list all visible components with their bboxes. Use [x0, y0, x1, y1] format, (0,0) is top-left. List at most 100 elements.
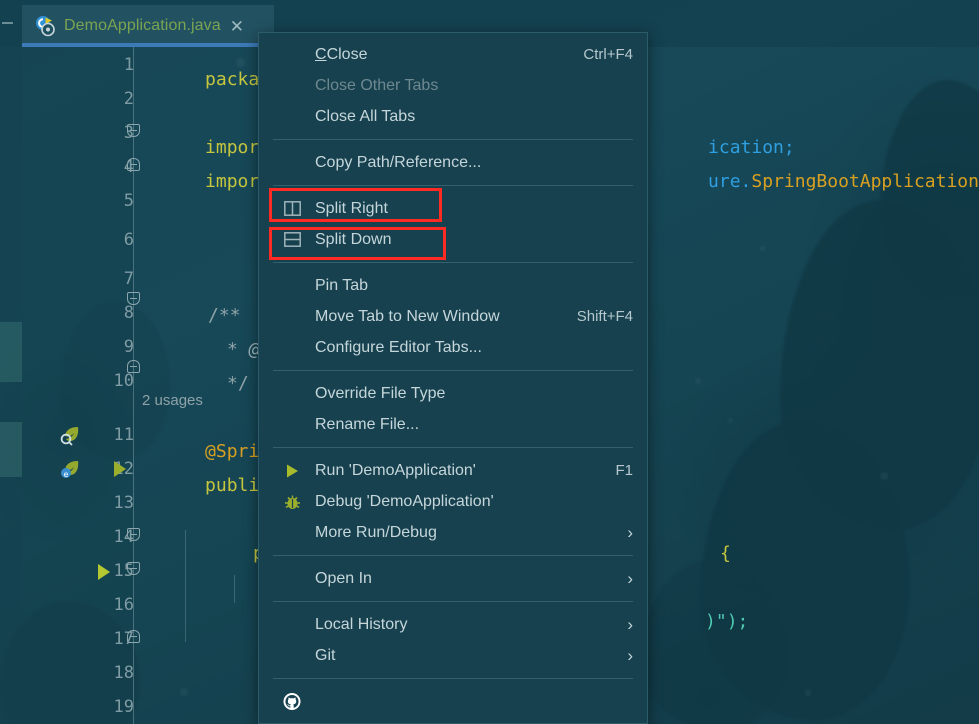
menu-item-move-tab-to-new-window[interactable]: Move Tab to New Window Shift+F4 — [259, 301, 647, 332]
chevron-right-icon: › — [627, 569, 633, 588]
line-number: 13 — [113, 493, 134, 513]
tab-active-underline — [22, 43, 274, 47]
tab-scroll-dash — [2, 22, 13, 24]
menu-item-label: Close Other Tabs — [315, 76, 439, 94]
menu-item-debug-demoapplication[interactable]: Debug 'DemoApplication' — [259, 486, 647, 517]
code-line-4-tail: ure.SpringBootApplication; — [643, 155, 979, 209]
line-number: 9 — [123, 337, 134, 357]
menu-item-run-demoapplication[interactable]: Run 'DemoApplication' F1 — [259, 455, 647, 486]
menu-item-pin-tab[interactable]: Pin Tab — [259, 270, 647, 301]
menu-item-split-down[interactable]: Split Down — [259, 224, 647, 255]
menu-item-copy-path-reference[interactable]: Copy Path/Reference... — [259, 147, 647, 178]
run-icon — [283, 462, 301, 480]
editor-left-stripe[interactable] — [0, 47, 22, 724]
ide-editor-window: 1 2 3 4 5 6 7 8 9 10 11 12 13 14 15 16 1… — [0, 0, 979, 724]
debug-bug-icon — [283, 493, 301, 511]
chevron-right-icon: › — [627, 646, 633, 665]
fold-marker-open[interactable] — [127, 562, 140, 575]
code-class-name: SpringBootApplication — [751, 171, 979, 192]
menu-separator — [273, 601, 633, 602]
line-number: 2 — [123, 89, 134, 109]
menu-item-override-file-type[interactable]: Override File Type — [259, 378, 647, 409]
line-number: 4 — [123, 157, 134, 177]
line-number: 8 — [123, 303, 134, 323]
split-down-icon — [283, 231, 301, 249]
menu-item-label: Local History — [315, 615, 408, 633]
code-brace: { — [720, 543, 731, 564]
menu-item-label: Git — [315, 646, 336, 664]
run-gutter-icon[interactable] — [96, 563, 112, 581]
fold-marker-open[interactable] — [127, 528, 140, 541]
code-line-16-tail: )"); — [640, 595, 748, 649]
spring-bean-search-icon[interactable] — [57, 425, 81, 447]
menu-separator — [273, 555, 633, 556]
code-line-14-brace: { — [655, 527, 731, 581]
menu-item-label: Pin Tab — [315, 276, 369, 294]
menu-item-open-in[interactable]: Open In › — [259, 563, 647, 594]
line-number: 7 — [123, 269, 134, 289]
menu-item-label: Open In — [315, 569, 372, 587]
line-number: 5 — [123, 191, 134, 211]
usages-inlay-hint[interactable]: 2 usages — [142, 393, 203, 408]
menu-item-rename-file[interactable]: Rename File... — [259, 409, 647, 440]
chevron-right-icon: › — [627, 615, 633, 634]
line-number: 18 — [113, 663, 134, 683]
menu-separator — [273, 447, 633, 448]
menu-item-accelerator: F1 — [615, 462, 633, 479]
fold-marker-close[interactable] — [127, 630, 140, 643]
menu-separator — [273, 139, 633, 140]
menu-item-git[interactable]: Git › — [259, 640, 647, 671]
indent-guide — [185, 530, 186, 642]
menu-item-label: Move Tab to New Window — [315, 307, 500, 325]
split-right-icon — [283, 200, 301, 218]
chevron-right-icon: › — [627, 523, 633, 542]
menu-item-configure-editor-tabs[interactable]: Configure Editor Tabs... — [259, 332, 647, 363]
svg-text:e: e — [64, 470, 69, 479]
menu-separator — [273, 678, 633, 679]
line-number: 6 — [123, 230, 134, 250]
menu-item-split-right[interactable]: Split Right — [259, 193, 647, 224]
menu-item-label: Split Right — [315, 199, 388, 217]
line-number: 16 — [113, 595, 134, 615]
menu-item-label: More Run/Debug — [315, 523, 437, 541]
line-number: 10 — [113, 371, 134, 391]
fold-marker-open[interactable] — [127, 124, 140, 137]
menu-item-local-history[interactable]: Local History › — [259, 609, 647, 640]
editor-tab-demoapplication[interactable]: DemoApplication.java ✕ — [22, 5, 274, 47]
menu-item-close[interactable]: CClose Ctrl+F4 — [259, 39, 647, 70]
menu-item-more-run-debug[interactable]: More Run/Debug › — [259, 517, 647, 548]
line-number: 19 — [113, 697, 134, 717]
fold-marker-close[interactable] — [127, 158, 140, 171]
menu-separator — [273, 370, 633, 371]
code-comment: */ — [227, 373, 249, 394]
line-number: 14 — [113, 527, 134, 547]
fold-marker-close[interactable] — [127, 360, 140, 373]
menu-item-create-gist[interactable] — [259, 686, 647, 717]
editor-gutter[interactable]: 1 2 3 4 5 6 7 8 9 10 11 12 13 14 15 16 1… — [22, 47, 134, 724]
code-string-tail: )"); — [705, 611, 749, 632]
menu-item-label: Close — [326, 45, 368, 63]
menu-item-label: Close All Tabs — [315, 107, 416, 125]
menu-item-close-other-tabs: Close Other Tabs — [259, 70, 647, 101]
code-package-tail: ure. — [708, 171, 752, 192]
run-gutter-icon[interactable] — [112, 460, 128, 478]
tab-title: DemoApplication.java — [64, 17, 221, 34]
close-icon[interactable]: ✕ — [230, 18, 244, 35]
menu-item-label: Copy Path/Reference... — [315, 153, 482, 171]
editor-tab-context-menu[interactable]: CClose Ctrl+F4 Close Other Tabs Close Al… — [258, 32, 648, 724]
menu-item-close-all-tabs[interactable]: Close All Tabs — [259, 101, 647, 132]
line-number: 3 — [123, 123, 134, 143]
menu-item-label: Split Down — [315, 230, 392, 248]
line-number: 11 — [113, 425, 134, 445]
spring-boot-run-icon — [34, 15, 56, 37]
menu-item-label: Rename File... — [315, 415, 420, 433]
menu-item-label: Run 'DemoApplication' — [315, 461, 476, 479]
menu-item-accelerator: Shift+F4 — [576, 308, 633, 325]
spring-boot-navigate-icon[interactable]: e — [57, 459, 81, 481]
fold-marker-open[interactable] — [127, 292, 140, 305]
line-number: 17 — [113, 629, 134, 649]
menu-item-label: Debug 'DemoApplication' — [315, 492, 494, 510]
fold-rail — [133, 47, 134, 724]
line-number: 15 — [113, 561, 134, 581]
menu-item-label: Configure Editor Tabs... — [315, 338, 482, 356]
